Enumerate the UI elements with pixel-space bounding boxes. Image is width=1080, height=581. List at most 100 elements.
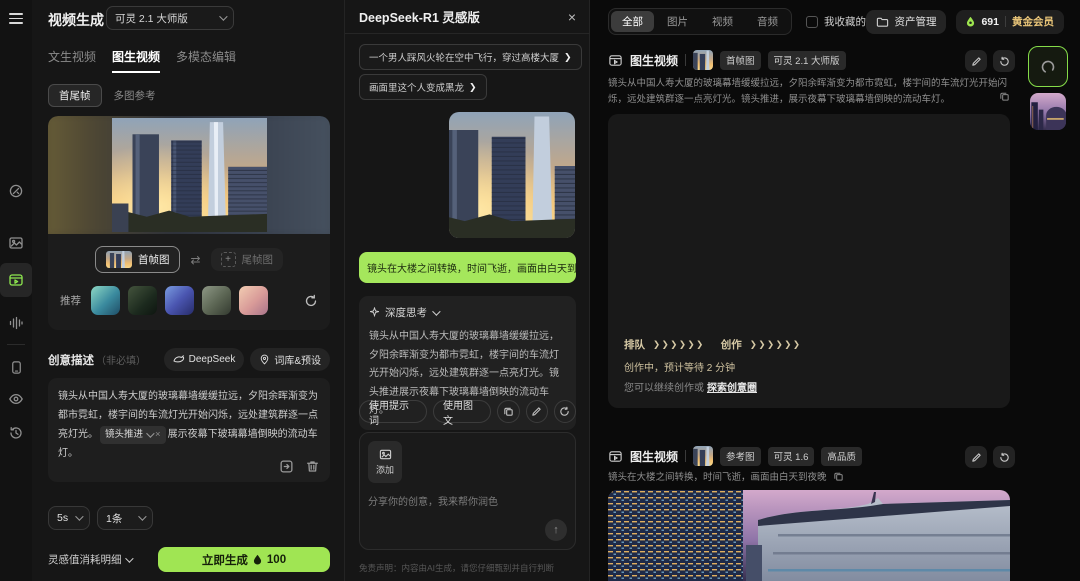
folder-icon bbox=[876, 16, 889, 28]
refresh-recommend-icon[interactable] bbox=[304, 294, 318, 308]
task1-source-thumb[interactable] bbox=[693, 50, 713, 70]
send-button[interactable]: ↑ bbox=[545, 519, 567, 541]
refresh-icon bbox=[559, 406, 570, 417]
chevron-down-icon bbox=[146, 429, 154, 437]
frame-buttons-row: 首帧图 ⇄ + 尾帧图 bbox=[48, 246, 330, 273]
image-to-video-icon bbox=[608, 53, 623, 68]
uploaded-image-preview[interactable] bbox=[48, 116, 330, 234]
menu-icon[interactable] bbox=[9, 13, 23, 24]
task1-header: 图生视频 首帧图 可灵 2.1 大师版 bbox=[608, 50, 846, 70]
recommend-thumb-4[interactable] bbox=[202, 286, 231, 315]
filter-all[interactable]: 全部 bbox=[611, 11, 654, 32]
copy-response-button[interactable] bbox=[497, 400, 519, 423]
copy-icon[interactable] bbox=[833, 471, 844, 482]
recommend-thumb-3[interactable] bbox=[165, 286, 194, 315]
generation-options: 5s 1条 bbox=[48, 506, 153, 530]
copy-icon[interactable] bbox=[999, 91, 1010, 108]
favorites-checkbox[interactable] bbox=[806, 16, 818, 28]
credit-drop-icon bbox=[253, 554, 262, 565]
video-generation-icon[interactable] bbox=[0, 263, 32, 297]
task1-frame-tag: 首帧图 bbox=[720, 51, 761, 70]
mode-tabs: 文生视频 图生视频 多模态编辑 bbox=[48, 48, 236, 73]
subtab-first-last-frame[interactable]: 首尾帧 bbox=[48, 84, 102, 107]
task2-video-result[interactable] bbox=[608, 490, 1010, 581]
swap-frames-icon[interactable]: ⇄ bbox=[190, 253, 200, 267]
recommend-thumb-5[interactable] bbox=[239, 286, 268, 315]
preset-button-label: 词库&预设 bbox=[274, 352, 321, 367]
frame-upload-card: 首帧图 ⇄ + 尾帧图 推荐 bbox=[48, 116, 330, 330]
generate-button[interactable]: 立即生成 100 bbox=[158, 547, 330, 572]
tab-image-to-video[interactable]: 图生视频 bbox=[112, 48, 160, 73]
add-label: 添加 bbox=[376, 463, 394, 476]
whale-icon bbox=[173, 354, 185, 366]
favorites-label: 我收藏的 bbox=[824, 14, 866, 29]
asset-management-button[interactable]: 资产管理 bbox=[866, 10, 946, 34]
preset-library-button[interactable]: 词库&预设 bbox=[250, 348, 330, 371]
first-frame-thumbnail bbox=[106, 251, 132, 268]
add-image-button[interactable]: 添加 bbox=[368, 441, 402, 483]
response-actions: 使用提示词 使用图文 bbox=[359, 400, 576, 423]
suggestion-chip-1[interactable]: 一个男人踩风火轮在空中飞行，穿过高楼大厦 ❯ bbox=[359, 44, 582, 70]
subtab-multi-image-ref[interactable]: 多图参考 bbox=[114, 88, 156, 103]
edit-response-button[interactable] bbox=[526, 400, 548, 423]
deep-think-label: 深度思考 bbox=[385, 305, 427, 320]
first-frame-button[interactable]: 首帧图 bbox=[95, 246, 181, 273]
deep-think-toggle[interactable]: 深度思考 bbox=[369, 305, 566, 320]
mobile-app-icon[interactable] bbox=[0, 352, 32, 382]
task2-regenerate-button[interactable] bbox=[993, 446, 1015, 468]
task1-regenerate-button[interactable] bbox=[993, 50, 1015, 72]
model-select[interactable]: 可灵 2.1 大师版 bbox=[106, 6, 234, 30]
explore-community-link[interactable]: 探索创意圈 bbox=[707, 383, 757, 394]
count-value: 1条 bbox=[106, 511, 122, 526]
suggestion-chip-2[interactable]: 画面里这个人变成黑龙 ❯ bbox=[359, 74, 487, 100]
regenerate-button[interactable] bbox=[554, 400, 576, 423]
image-generation-icon[interactable] bbox=[0, 228, 32, 258]
task1-type: 图生视频 bbox=[630, 52, 678, 69]
task2-source-thumb[interactable] bbox=[693, 446, 713, 466]
recommend-thumb-1[interactable] bbox=[91, 286, 120, 315]
recommend-label: 推荐 bbox=[60, 293, 81, 308]
tab-text-to-video[interactable]: 文生视频 bbox=[48, 48, 96, 73]
filter-videos[interactable]: 视频 bbox=[701, 11, 744, 32]
prompt-editor[interactable]: 镜头从中国人寿大厦的玻璃幕墙缓缓拉远，夕阳余晖渐变为都市霓虹，楼宇间的车流灯光开… bbox=[48, 378, 330, 482]
asset-task-panel: 全部 图片 视频 音频 我收藏的 资产管理 691 黄金会员 图生视频 首帧图 … bbox=[590, 0, 1080, 581]
favorites-filter[interactable]: 我收藏的 bbox=[806, 14, 866, 29]
deepseek-button[interactable]: DeepSeek bbox=[164, 348, 245, 371]
credits-membership-badge[interactable]: 691 黄金会员 bbox=[956, 10, 1064, 34]
use-image-text-button[interactable]: 使用图文 bbox=[433, 400, 491, 423]
history-icon[interactable] bbox=[0, 418, 32, 448]
separator bbox=[685, 450, 686, 462]
cost-detail-toggle[interactable]: 灵感值消耗明细 bbox=[48, 552, 131, 567]
close-icon[interactable]: × bbox=[568, 9, 576, 25]
task2-model-tag: 可灵 1.6 bbox=[768, 447, 815, 466]
tab-multimodal-edit[interactable]: 多模态编辑 bbox=[176, 48, 236, 73]
task2-frame-tag: 参考图 bbox=[720, 447, 761, 466]
credits-count: 691 bbox=[981, 16, 999, 28]
separator bbox=[685, 54, 686, 66]
creative-tools-icon[interactable] bbox=[0, 176, 32, 206]
deep-think-icon bbox=[369, 307, 380, 318]
suggestion-2-label: 画面里这个人变成黑龙 bbox=[369, 80, 464, 94]
last-frame-label: 尾帧图 bbox=[242, 252, 274, 267]
audio-generation-icon[interactable] bbox=[0, 308, 32, 338]
filter-images[interactable]: 图片 bbox=[656, 11, 699, 32]
user-uploaded-image[interactable] bbox=[449, 112, 575, 238]
count-select[interactable]: 1条 bbox=[97, 506, 153, 530]
use-prompt-button[interactable]: 使用提示词 bbox=[359, 400, 427, 423]
chat-input[interactable]: 分享你的创意，我来帮你润色 bbox=[368, 493, 567, 508]
remove-tag-icon[interactable]: × bbox=[155, 426, 161, 444]
camera-move-tag[interactable]: 镜头推进× bbox=[100, 426, 166, 444]
explore-icon[interactable] bbox=[0, 384, 32, 414]
queued-task-tile[interactable] bbox=[1028, 46, 1068, 87]
save-draft-icon[interactable] bbox=[279, 459, 294, 474]
task1-edit-button[interactable] bbox=[965, 50, 987, 72]
trash-icon[interactable] bbox=[305, 459, 320, 474]
recent-result-thumb[interactable] bbox=[1030, 93, 1066, 130]
recommend-thumb-2[interactable] bbox=[128, 286, 157, 315]
duration-select[interactable]: 5s bbox=[48, 506, 90, 530]
task1-generation-box: 排队 ❯❯❯❯❯❯ 创作 ❯❯❯❯❯❯ 创作中，预计等待 2 分钟 您可以继续创… bbox=[608, 114, 1010, 408]
last-frame-button[interactable]: + 尾帧图 bbox=[211, 248, 284, 271]
membership-label: 黄金会员 bbox=[1012, 14, 1054, 29]
filter-audio[interactable]: 音频 bbox=[746, 11, 789, 32]
task2-edit-button[interactable] bbox=[965, 446, 987, 468]
